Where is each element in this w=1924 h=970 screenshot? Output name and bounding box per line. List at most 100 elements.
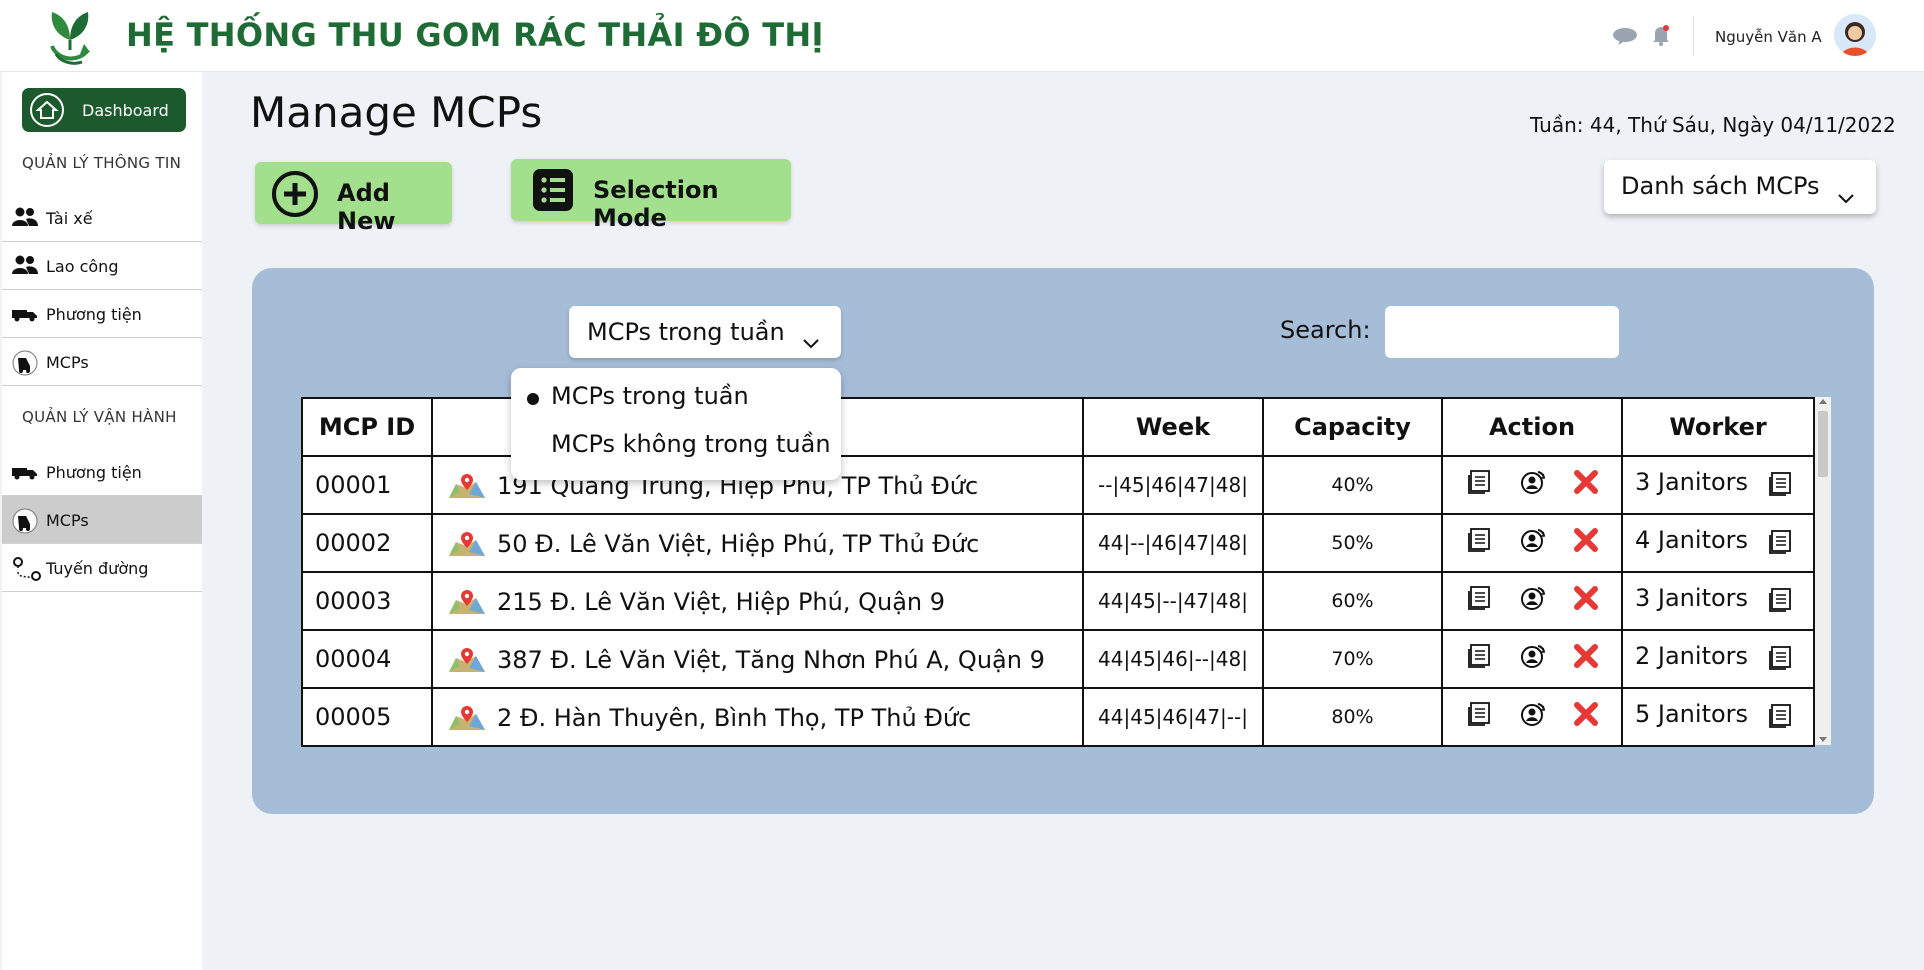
sidebar-item-phuong-tien[interactable]: Phương tiện — [2, 290, 202, 338]
users-icon — [12, 254, 38, 278]
avatar[interactable] — [1834, 14, 1876, 56]
table-row[interactable]: 00002 50 Đ. Lê Văn Việt, Hiệp Phú, TP Thủ… — [301, 513, 1815, 573]
map-pin-icon[interactable] — [447, 530, 487, 558]
table-row[interactable]: 00004 387 Đ. Lê Văn Việt, Tăng Nhơn Phú A… — [301, 629, 1815, 689]
sidebar-item-label: Lao công — [46, 257, 119, 276]
selection-mode-label: Selection Mode — [593, 176, 719, 232]
menu-item-not-in-week[interactable]: MCPs không trong tuần — [551, 430, 831, 458]
sidebar-item-mcps-info[interactable]: MCPs — [2, 338, 202, 386]
assign-user-icon[interactable] — [1520, 527, 1546, 559]
search-label: Search: — [1280, 316, 1371, 344]
assign-user-icon[interactable] — [1520, 701, 1546, 733]
sidebar-item-tuyen-duong[interactable]: Tuyến đường — [2, 544, 202, 592]
map-pin-icon[interactable] — [447, 588, 487, 616]
list-select-dropdown[interactable]: Danh sách MCPs — [1604, 160, 1876, 214]
search-input[interactable] — [1385, 306, 1619, 358]
delete-x-icon[interactable] — [1574, 470, 1598, 500]
delete-x-icon[interactable] — [1574, 528, 1598, 558]
assign-user-icon[interactable] — [1520, 469, 1546, 501]
cell-address: 2 Đ. Hàn Thuyên, Bình Thọ, TP Thủ Đức — [431, 687, 1084, 747]
truck-icon — [12, 302, 38, 326]
worker-count: 3 Janitors — [1635, 584, 1749, 612]
week-filter-dropdown[interactable]: MCPs trong tuần — [569, 306, 841, 358]
sidebar: Dashboard QUẢN LÝ THÔNG TIN Tài xế Lao c… — [2, 72, 202, 970]
scroll-up-icon[interactable] — [1819, 399, 1827, 404]
details-doc-icon[interactable] — [1466, 469, 1492, 501]
worker-list-doc-icon[interactable] — [1767, 529, 1793, 561]
scroll-down-icon[interactable] — [1819, 737, 1827, 742]
sidebar-item-label: Phương tiện — [46, 305, 142, 324]
cell-worker: 2 Janitors — [1621, 629, 1815, 689]
page-title: Manage MCPs — [250, 88, 543, 137]
dashboard-label: Dashboard — [82, 101, 169, 120]
app-title: HỆ THỐNG THU GOM RÁC THẢI ĐÔ THỊ — [126, 16, 824, 54]
bell-icon[interactable] — [1652, 24, 1670, 50]
header-mcp-id[interactable]: MCP ID — [301, 397, 433, 457]
cell-mcp-id: 00005 — [301, 687, 433, 747]
bin-icon — [12, 508, 38, 534]
worker-list-doc-icon[interactable] — [1767, 587, 1793, 619]
week-filter-menu: MCPs trong tuần MCPs không trong tuần — [511, 368, 841, 480]
cell-mcp-id: 00001 — [301, 455, 433, 515]
recycle-logo-icon — [40, 6, 100, 68]
section-ops-heading: QUẢN LÝ VẬN HÀNH — [22, 408, 177, 426]
chevron-down-icon — [803, 327, 819, 355]
plus-circle-icon — [271, 170, 319, 224]
table-row[interactable]: 00005 2 Đ. Hàn Thuyên, Bình Thọ, TP Thủ Đ… — [301, 687, 1815, 747]
details-doc-icon[interactable] — [1466, 701, 1492, 733]
header-worker[interactable]: Worker — [1621, 397, 1815, 457]
delete-x-icon[interactable] — [1574, 702, 1598, 732]
list-icon — [533, 169, 573, 217]
worker-list-doc-icon[interactable] — [1767, 471, 1793, 503]
assign-user-icon[interactable] — [1520, 585, 1546, 617]
table-row[interactable]: 00003 215 Đ. Lê Văn Việt, Hiệp Phú, Quận … — [301, 571, 1815, 631]
cell-week: --|45|46|47|48| — [1082, 455, 1264, 515]
cell-week: 44|45|46|47|--| — [1082, 687, 1264, 747]
cell-actions — [1441, 571, 1623, 631]
dashboard-button[interactable]: Dashboard — [22, 88, 186, 132]
truck-icon — [12, 460, 38, 484]
worker-list-doc-icon[interactable] — [1767, 645, 1793, 677]
delete-x-icon[interactable] — [1574, 586, 1598, 616]
cell-worker: 3 Janitors — [1621, 571, 1815, 631]
sidebar-item-label: Phương tiện — [46, 463, 142, 482]
sidebar-item-tai-xe[interactable]: Tài xế — [2, 194, 202, 242]
cell-actions — [1441, 455, 1623, 515]
chat-icon[interactable] — [1612, 26, 1638, 50]
user-name[interactable]: Nguyễn Văn A — [1715, 28, 1822, 46]
route-icon — [12, 556, 41, 581]
cell-actions — [1441, 629, 1623, 689]
delete-x-icon[interactable] — [1574, 644, 1598, 674]
cell-worker: 3 Janitors — [1621, 455, 1815, 515]
details-doc-icon[interactable] — [1466, 643, 1492, 675]
table-scrollbar[interactable] — [1815, 397, 1831, 745]
sidebar-item-phuong-tien-ops[interactable]: Phương tiện — [2, 448, 202, 496]
selection-mode-button[interactable]: Selection Mode — [511, 159, 791, 232]
scroll-thumb[interactable] — [1818, 411, 1828, 477]
worker-count: 3 Janitors — [1635, 468, 1749, 496]
sidebar-item-label: Tuyến đường — [46, 559, 149, 578]
map-pin-icon[interactable] — [447, 472, 487, 500]
header-week[interactable]: Week — [1082, 397, 1264, 457]
header-capacity[interactable]: Capacity — [1262, 397, 1443, 457]
selected-dot-icon — [527, 393, 539, 405]
worker-count: 2 Janitors — [1635, 642, 1749, 670]
details-doc-icon[interactable] — [1466, 585, 1492, 617]
header-divider — [1693, 16, 1694, 56]
add-new-button[interactable]: Add New — [255, 162, 452, 235]
map-pin-icon[interactable] — [447, 704, 487, 732]
cell-capacity: 60% — [1262, 571, 1443, 631]
details-doc-icon[interactable] — [1466, 527, 1492, 559]
assign-user-icon[interactable] — [1520, 643, 1546, 675]
cell-week: 44|45|--|47|48| — [1082, 571, 1264, 631]
map-pin-icon[interactable] — [447, 646, 487, 674]
cell-worker: 5 Janitors — [1621, 687, 1815, 747]
sidebar-item-label: MCPs — [46, 353, 89, 372]
sidebar-item-lao-cong[interactable]: Lao công — [2, 242, 202, 290]
cell-address: 387 Đ. Lê Văn Việt, Tăng Nhơn Phú A, Quậ… — [431, 629, 1084, 689]
worker-list-doc-icon[interactable] — [1767, 703, 1793, 735]
bin-icon — [12, 350, 38, 376]
cell-mcp-id: 00004 — [301, 629, 433, 689]
menu-item-in-week[interactable]: MCPs trong tuần — [551, 382, 749, 410]
sidebar-item-mcps-ops[interactable]: MCPs — [2, 496, 202, 544]
